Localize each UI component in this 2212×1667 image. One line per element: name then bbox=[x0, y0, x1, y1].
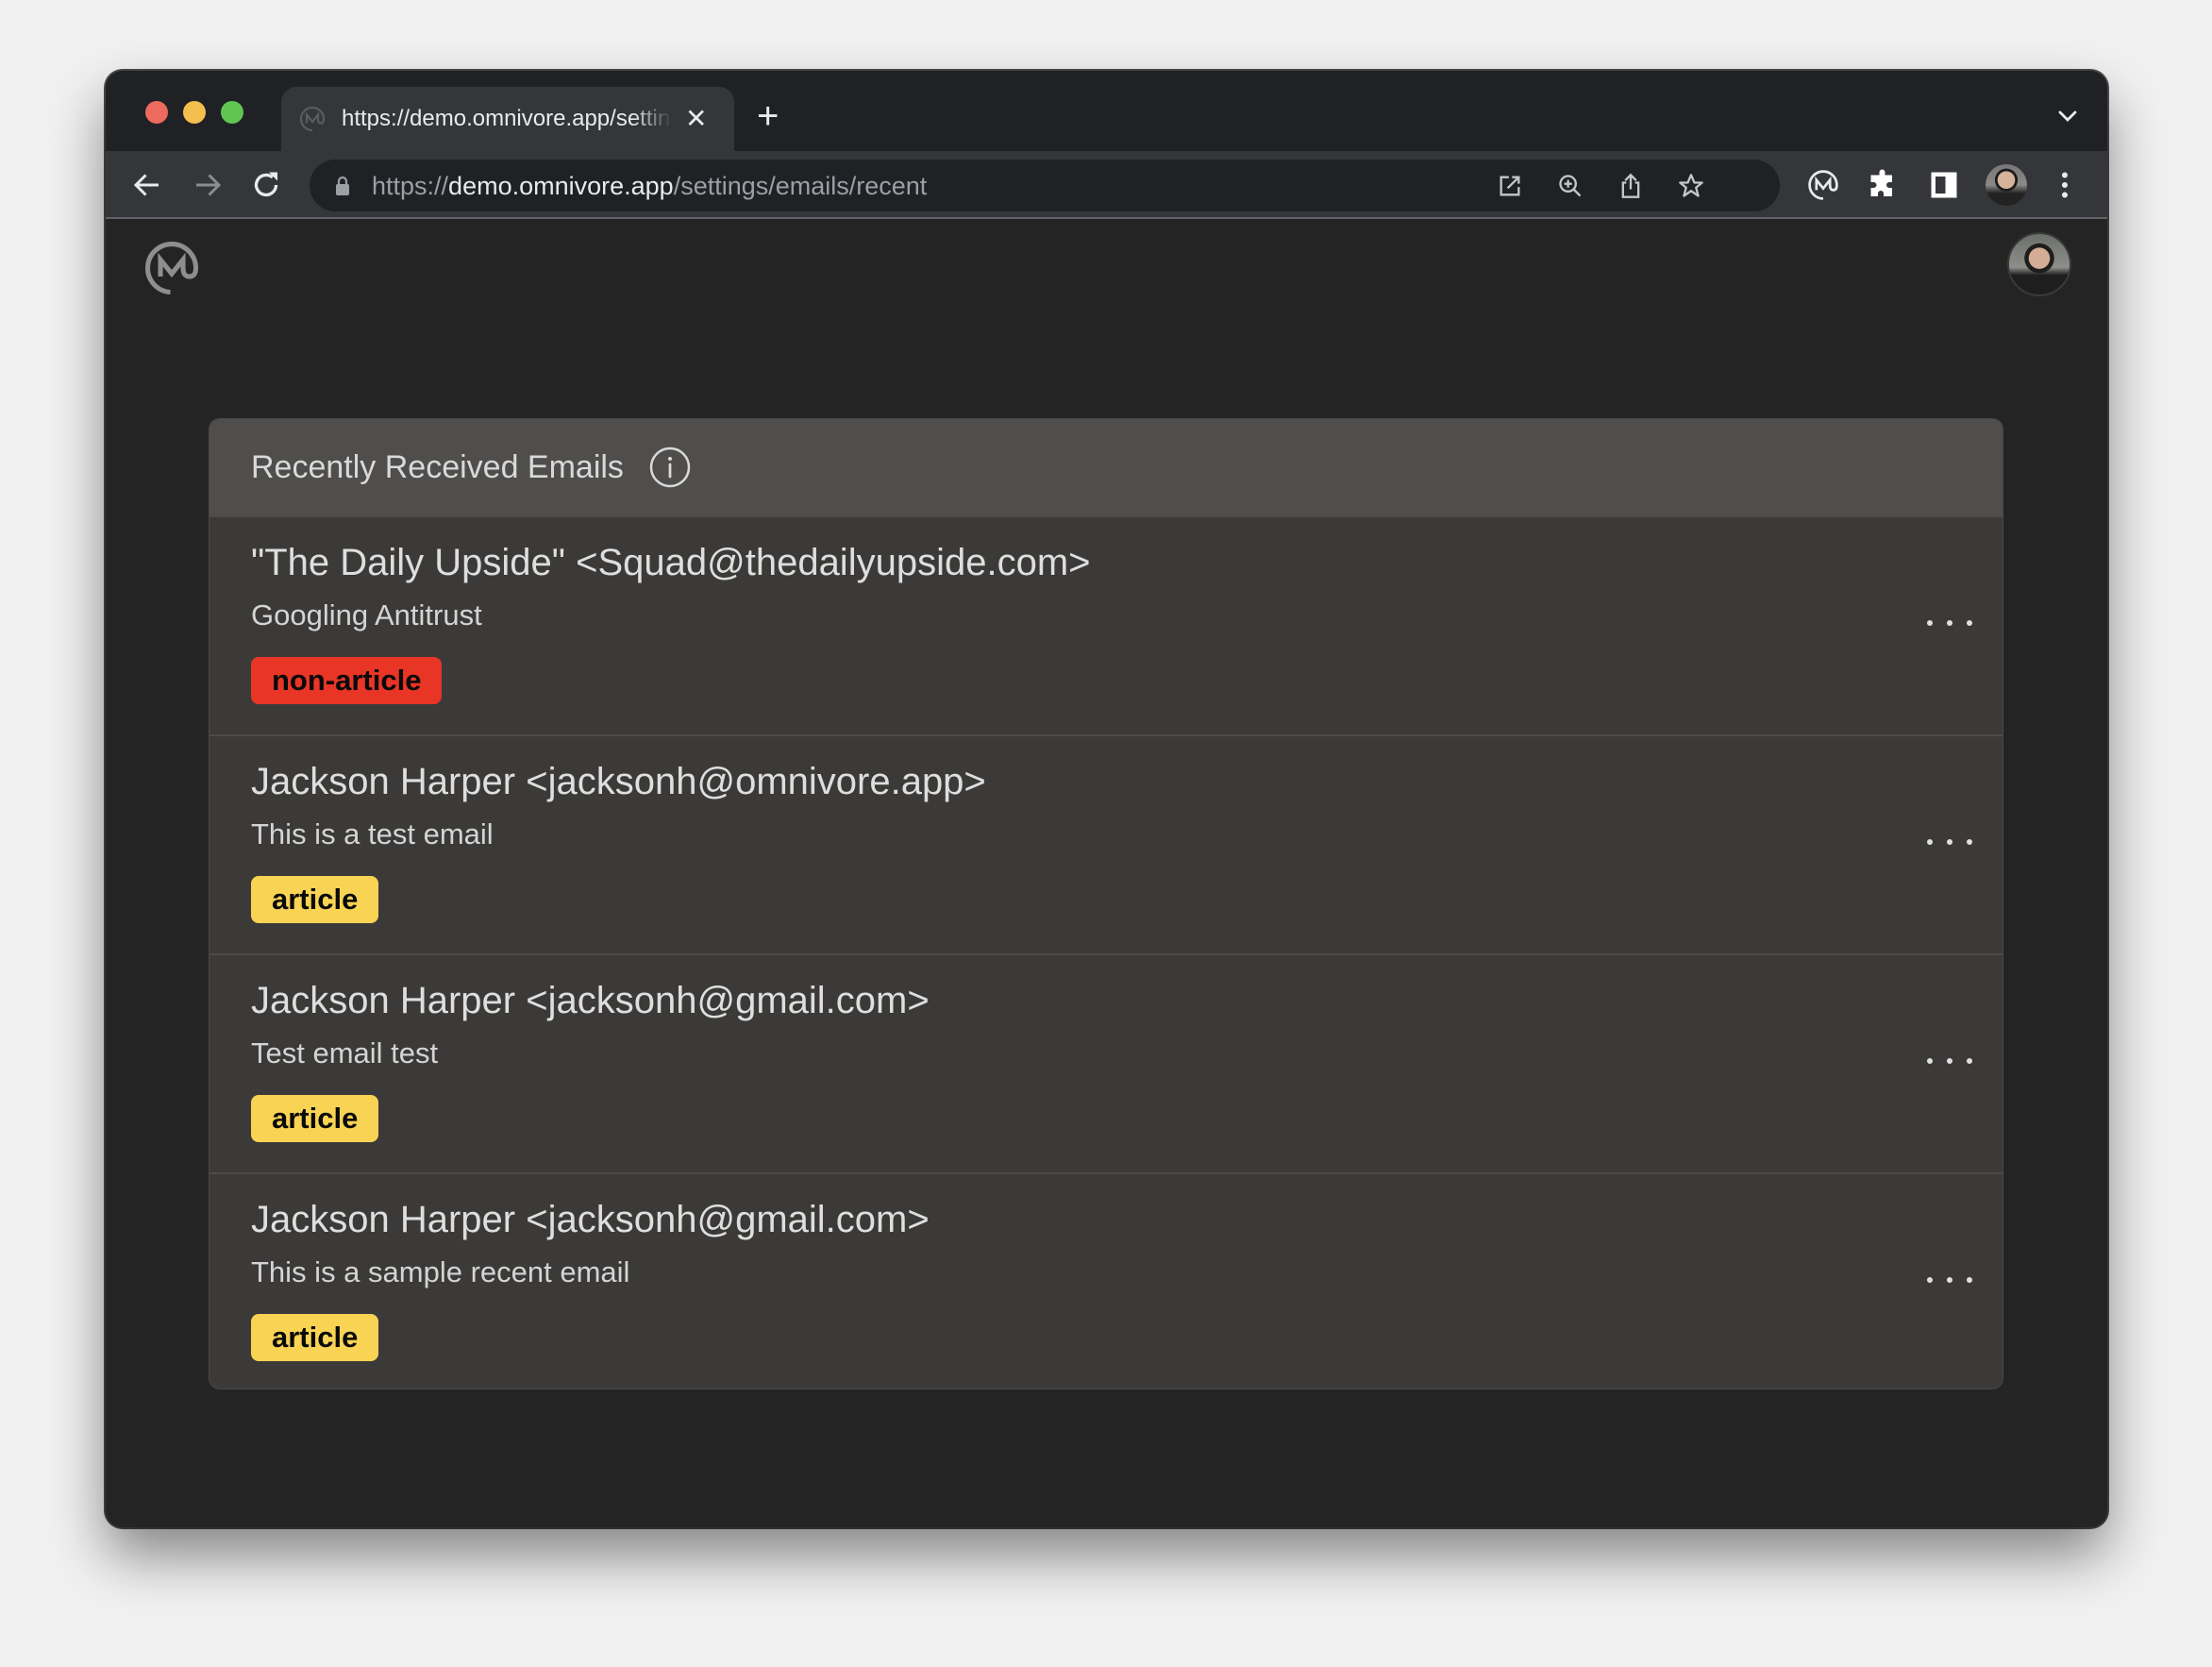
back-arrow-icon[interactable] bbox=[130, 168, 164, 202]
email-sender: Jackson Harper <jacksonh@omnivore.app> bbox=[251, 761, 986, 802]
email-type-badge: non-article bbox=[251, 657, 443, 704]
dot-icon bbox=[1967, 620, 1972, 626]
card-title: Recently Received Emails bbox=[251, 448, 624, 485]
dot-icon bbox=[1947, 1277, 1952, 1283]
browser-window: https://demo.omnivore.app/settings/email… bbox=[106, 71, 2107, 1527]
dot-icon bbox=[1967, 1058, 1972, 1064]
url-scheme: https:// bbox=[372, 172, 449, 200]
lock-icon[interactable] bbox=[334, 176, 351, 196]
email-type-badge: article bbox=[251, 876, 379, 923]
email-subject: This is a sample recent email bbox=[251, 1255, 630, 1288]
dot-icon bbox=[1927, 620, 1933, 626]
omnivore-logo-icon[interactable] bbox=[143, 240, 200, 296]
email-subject: Test email test bbox=[251, 1036, 439, 1069]
dot-icon bbox=[1947, 620, 1952, 626]
new-tab-button[interactable]: + bbox=[757, 97, 779, 135]
more-options-button[interactable] bbox=[1927, 612, 1972, 634]
more-options-button[interactable] bbox=[1927, 831, 1972, 853]
maximize-window-button[interactable] bbox=[221, 101, 243, 124]
email-sender: "The Daily Upside" <Squad@thedailyupside… bbox=[251, 542, 1091, 583]
page-content: Recently Received Emails "The Daily Upsi… bbox=[106, 219, 2107, 1527]
dot-icon bbox=[1967, 1277, 1972, 1283]
tab-title: https://demo.omnivore.app/settings/email… bbox=[342, 106, 672, 131]
kebab-menu-icon[interactable] bbox=[2048, 168, 2082, 202]
share-icon[interactable] bbox=[1617, 173, 1644, 199]
window-controls bbox=[145, 101, 243, 124]
omnivore-favicon-icon bbox=[299, 106, 326, 132]
url-text[interactable]: https://demo.omnivore.app/settings/email… bbox=[372, 172, 927, 201]
email-subject: Googling Antitrust bbox=[251, 598, 482, 631]
email-list-item[interactable]: "The Daily Upside" <Squad@thedailyupside… bbox=[209, 515, 2003, 734]
external-link-icon[interactable] bbox=[1497, 173, 1523, 199]
email-list-item[interactable]: Jackson Harper <jacksonh@gmail.com> This… bbox=[209, 1172, 2003, 1389]
address-bar[interactable]: https://demo.omnivore.app/settings/email… bbox=[310, 160, 1780, 211]
dot-icon bbox=[1927, 1277, 1933, 1283]
email-sender: Jackson Harper <jacksonh@gmail.com> bbox=[251, 1199, 930, 1240]
url-host: demo.omnivore.app bbox=[448, 172, 674, 200]
side-panel-icon[interactable] bbox=[1927, 168, 1961, 202]
email-type-badge: article bbox=[251, 1095, 379, 1142]
browser-toolbar: https://demo.omnivore.app/settings/email… bbox=[106, 151, 2107, 219]
email-subject: This is a test email bbox=[251, 817, 494, 850]
dot-icon bbox=[1947, 1058, 1952, 1064]
dot-icon bbox=[1947, 839, 1952, 845]
zoom-in-icon[interactable] bbox=[1557, 173, 1584, 199]
minimize-window-button[interactable] bbox=[183, 101, 206, 124]
card-header: Recently Received Emails bbox=[209, 419, 2003, 515]
browser-tab[interactable]: https://demo.omnivore.app/settings/email… bbox=[281, 87, 734, 151]
more-options-button[interactable] bbox=[1927, 1050, 1972, 1072]
close-window-button[interactable] bbox=[145, 101, 168, 124]
forward-arrow-icon[interactable] bbox=[191, 168, 225, 202]
profile-avatar[interactable] bbox=[1986, 164, 2027, 206]
email-list-item[interactable]: Jackson Harper <jacksonh@gmail.com> Test… bbox=[209, 953, 2003, 1172]
dot-icon bbox=[1927, 1058, 1933, 1064]
email-type-badge: article bbox=[251, 1314, 379, 1361]
tab-close-icon[interactable]: ✕ bbox=[685, 106, 707, 132]
omnivore-extension-icon[interactable] bbox=[1806, 168, 1840, 202]
info-icon[interactable] bbox=[648, 446, 692, 489]
user-avatar[interactable] bbox=[2007, 232, 2071, 296]
dot-icon bbox=[1927, 839, 1933, 845]
reload-icon[interactable] bbox=[249, 168, 283, 202]
email-sender: Jackson Harper <jacksonh@gmail.com> bbox=[251, 980, 930, 1021]
star-icon[interactable] bbox=[1678, 173, 1704, 199]
more-options-button[interactable] bbox=[1927, 1269, 1972, 1291]
email-list-item[interactable]: Jackson Harper <jacksonh@omnivore.app> T… bbox=[209, 734, 2003, 953]
url-path: /settings/emails/recent bbox=[673, 172, 928, 200]
chevron-down-icon[interactable] bbox=[2056, 105, 2079, 127]
extensions-puzzle-icon[interactable] bbox=[1867, 168, 1901, 202]
tab-strip: https://demo.omnivore.app/settings/email… bbox=[106, 71, 2107, 151]
recent-emails-card: Recently Received Emails "The Daily Upsi… bbox=[209, 418, 2003, 1389]
dot-icon bbox=[1967, 839, 1972, 845]
